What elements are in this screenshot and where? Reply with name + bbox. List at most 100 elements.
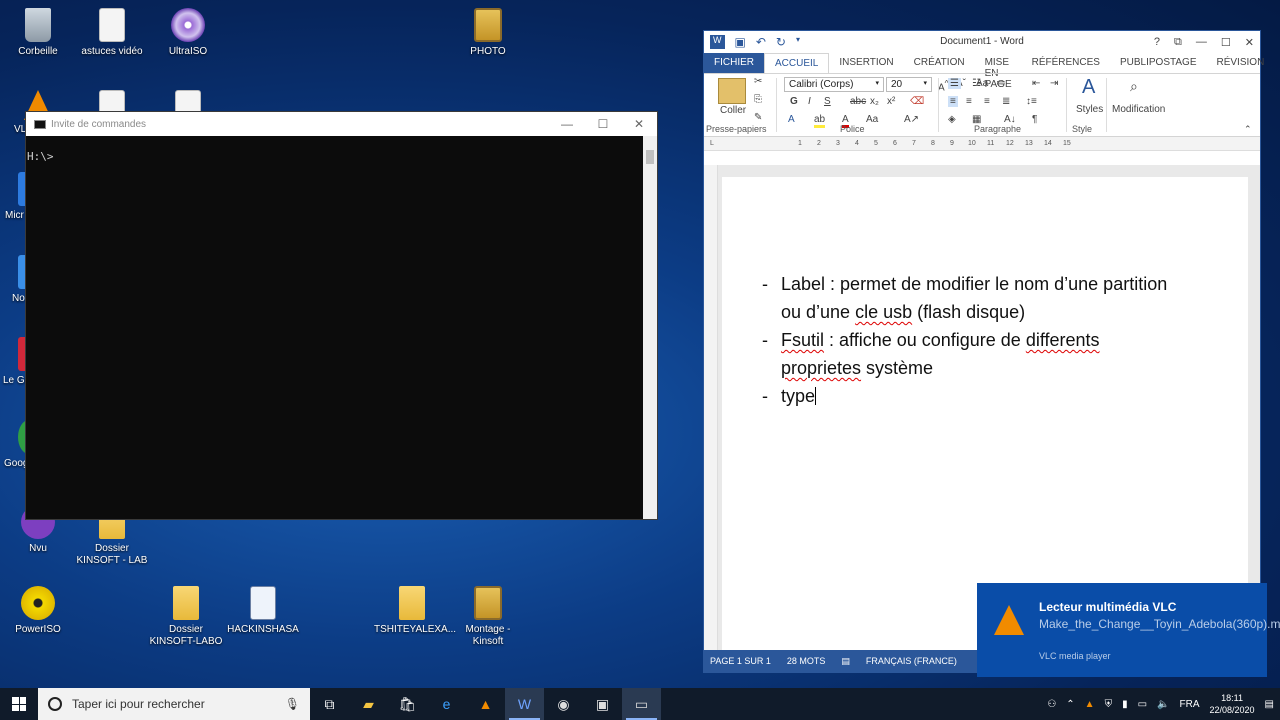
cmd-scrollbar[interactable] bbox=[643, 136, 657, 519]
shading-icon[interactable]: ◈ bbox=[948, 114, 956, 125]
vlc-notification[interactable]: Lecteur multimédia VLC Make_the_Change__… bbox=[977, 583, 1280, 677]
status-words[interactable]: 28 MOTS bbox=[787, 656, 826, 666]
horizontal-ruler[interactable]: L 1 2 3 4 5 6 7 8 9 10 11 12 13 14 15 bbox=[704, 137, 1260, 151]
format-painter-icon[interactable]: ✎ bbox=[754, 112, 762, 123]
status-language[interactable]: FRANÇAIS (FRANCE) bbox=[866, 656, 957, 666]
task-view-icon[interactable]: ⧉ bbox=[310, 688, 349, 720]
maximize-icon[interactable]: ☐ bbox=[585, 117, 621, 131]
cmd-icon[interactable]: ▭ bbox=[622, 688, 661, 720]
vlc-tray-icon[interactable]: ▲ bbox=[1085, 699, 1095, 710]
subscript-icon[interactable]: x₂ bbox=[870, 96, 879, 107]
minimize-icon[interactable]: — bbox=[549, 117, 585, 131]
edge-icon[interactable]: e bbox=[427, 688, 466, 720]
proofing-icon[interactable]: ▤ bbox=[841, 656, 850, 667]
word-window[interactable]: W ▣ ↶ ↻ ▾ Document1 - Word ? ⧉ — ☐ ✕ FIC… bbox=[703, 30, 1264, 673]
tab-insertion[interactable]: INSERTION bbox=[829, 53, 903, 73]
tab-references[interactable]: RÉFÉRENCES bbox=[1022, 53, 1110, 73]
maximize-icon[interactable]: ☐ bbox=[1221, 36, 1231, 49]
strikethrough-icon[interactable]: abc bbox=[850, 96, 866, 107]
clock[interactable]: 18:11 22/08/2020 bbox=[1210, 692, 1255, 716]
bullets-icon[interactable]: ☰ bbox=[948, 78, 961, 89]
tab-creation[interactable]: CRÉATION bbox=[904, 53, 975, 73]
align-center-icon[interactable]: ≡ bbox=[966, 96, 972, 107]
volume-icon[interactable]: 🔈 bbox=[1157, 699, 1169, 710]
styles-button[interactable]: Styles bbox=[1076, 104, 1103, 115]
underline-icon[interactable]: S bbox=[824, 96, 831, 107]
start-button[interactable] bbox=[0, 688, 38, 720]
font-size-select[interactable]: 20 ▾ bbox=[886, 77, 932, 92]
paste-icon[interactable] bbox=[718, 78, 746, 104]
status-page[interactable]: PAGE 1 SUR 1 bbox=[710, 656, 771, 666]
cmd-console[interactable]: H:\> bbox=[26, 136, 643, 519]
highlight-icon[interactable]: ab bbox=[814, 114, 826, 128]
tab-publipostage[interactable]: PUBLIPOSTAGE bbox=[1110, 53, 1207, 73]
tab-fichier[interactable]: FICHIER bbox=[704, 53, 764, 73]
font-name-select[interactable]: Calibri (Corps) ▾ bbox=[784, 77, 884, 92]
desktop-icon-poweriso[interactable]: PowerISO bbox=[0, 586, 76, 636]
align-left-icon[interactable]: ≡ bbox=[948, 96, 958, 107]
usb-icon[interactable]: ▮ bbox=[1122, 699, 1128, 710]
grow-font-icon[interactable]: A^ bbox=[938, 78, 949, 93]
show-marks-icon[interactable]: ¶ bbox=[1032, 114, 1037, 125]
document-body[interactable]: - Label : permet de modifier le nom d’un… bbox=[762, 270, 1232, 410]
cmd-window[interactable]: Invite de commandes — ☐ ✕ H:\> bbox=[25, 111, 658, 520]
desktop-icon-astuces[interactable]: astuces vidéo bbox=[74, 8, 150, 58]
grow-font-alt-icon[interactable]: A↗ bbox=[904, 114, 919, 125]
multilevel-list-icon[interactable]: ≔ bbox=[996, 78, 1006, 89]
store-icon[interactable]: 🛍 bbox=[388, 688, 427, 720]
tray-chevron-icon[interactable]: ⌃ bbox=[1066, 699, 1074, 710]
desktop-icon-ultraiso[interactable]: UltraISO bbox=[150, 8, 226, 58]
desktop-icon-montage[interactable]: Montage - Kinsoft bbox=[450, 586, 526, 648]
justify-icon[interactable]: ≣ bbox=[1002, 96, 1010, 107]
help-icon[interactable]: ? bbox=[1154, 36, 1160, 49]
microphone-icon[interactable]: 🎙 bbox=[285, 697, 300, 711]
ribbon-display-icon[interactable]: ⧉ bbox=[1174, 36, 1182, 49]
clear-formatting-icon[interactable]: ⌫ bbox=[910, 96, 924, 107]
language-indicator[interactable]: FRA bbox=[1180, 699, 1200, 710]
collapse-ribbon-icon[interactable]: ⌃ bbox=[1244, 124, 1252, 135]
tab-accueil[interactable]: ACCUEIL bbox=[764, 53, 830, 73]
file-explorer-icon[interactable]: ▰ bbox=[349, 688, 388, 720]
hacker-icon[interactable]: ◉ bbox=[544, 688, 583, 720]
superscript-icon[interactable]: x² bbox=[887, 96, 895, 107]
paste-button[interactable]: Coller bbox=[720, 105, 746, 116]
vertical-ruler[interactable] bbox=[704, 165, 718, 650]
styles-icon[interactable]: A bbox=[1082, 76, 1095, 99]
word-titlebar[interactable]: W ▣ ↶ ↻ ▾ Document1 - Word ? ⧉ — ☐ ✕ bbox=[704, 31, 1260, 53]
minimize-icon[interactable]: — bbox=[1196, 36, 1207, 49]
network-icon[interactable]: ▭ bbox=[1138, 699, 1147, 710]
taskbar-search[interactable]: Taper ici pour rechercher 🎙 bbox=[38, 688, 310, 720]
desktop-icon-recycle-bin[interactable]: Corbeille bbox=[0, 8, 76, 58]
desktop-icon-photo[interactable]: PHOTO bbox=[450, 8, 526, 58]
editing-button[interactable]: Modification bbox=[1112, 104, 1165, 115]
security-icon[interactable]: ⛨ bbox=[1105, 699, 1113, 710]
people-icon[interactable]: ⚇ bbox=[1047, 699, 1056, 710]
line-spacing-icon[interactable]: ↕≡ bbox=[1026, 96, 1037, 107]
word-icon[interactable]: W bbox=[505, 688, 544, 720]
document-area[interactable]: - Label : permet de modifier le nom d’un… bbox=[704, 165, 1260, 650]
binoculars-icon[interactable]: ⌕ bbox=[1130, 78, 1138, 95]
notifications-icon[interactable]: ▤ bbox=[1265, 699, 1274, 710]
align-right-icon[interactable]: ≡ bbox=[984, 96, 990, 107]
tab-revision[interactable]: RÉVISION bbox=[1207, 53, 1275, 73]
desktop-icon-tshiteya[interactable]: TSHITEYALEXA... bbox=[374, 586, 456, 636]
italic-icon[interactable]: I bbox=[808, 96, 811, 107]
pc-app-icon[interactable]: ▣ bbox=[583, 688, 622, 720]
close-icon[interactable]: ✕ bbox=[621, 117, 657, 131]
increase-indent-icon[interactable]: ⇥ bbox=[1050, 78, 1058, 89]
cmd-titlebar[interactable]: Invite de commandes — ☐ ✕ bbox=[26, 112, 657, 136]
desktop-icon-hackinshasa[interactable]: HACKINSHASA bbox=[225, 586, 301, 636]
copy-icon[interactable]: ⎘ bbox=[754, 94, 762, 105]
scroll-thumb[interactable] bbox=[646, 150, 654, 164]
document-page[interactable]: - Label : permet de modifier le nom d’un… bbox=[722, 177, 1248, 650]
bold-icon[interactable]: G bbox=[790, 96, 798, 107]
text-effects-icon[interactable]: A bbox=[788, 114, 795, 125]
tab-mise-en-page[interactable]: MISE EN PAGE bbox=[975, 53, 1022, 90]
desktop-icon-dossier-kinsoft-labo[interactable]: Dossier KINSOFT-LABO bbox=[148, 586, 224, 648]
vlc-icon[interactable]: ▲ bbox=[466, 688, 505, 720]
numbering-icon[interactable]: ☷ bbox=[972, 78, 981, 89]
decrease-indent-icon[interactable]: ⇤ bbox=[1032, 78, 1040, 89]
font-size-aa-icon[interactable]: Aa bbox=[866, 114, 878, 125]
close-icon[interactable]: ✕ bbox=[1245, 36, 1254, 49]
cut-icon[interactable]: ✂ bbox=[754, 76, 762, 87]
